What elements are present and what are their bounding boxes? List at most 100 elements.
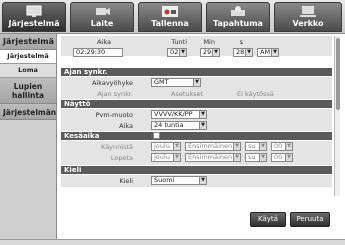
time-sync-label: Ajan synkr. xyxy=(97,90,133,98)
timezone-value: GMT xyxy=(154,78,169,86)
sidebar-header[interactable]: Järjestelmä xyxy=(0,34,56,50)
chevron-down-icon: ▼ xyxy=(285,143,292,150)
dst-start-day[interactable]: su ▼ xyxy=(245,142,267,151)
sidebar-item-permissions[interactable]: Lupien hallinta xyxy=(0,78,56,104)
dst-end-day[interactable]: su ▼ xyxy=(245,153,267,162)
week-value: Ensimmäinen xyxy=(188,142,233,150)
tab-label: Tapahtuma xyxy=(213,19,263,28)
language-select[interactable]: Suomi ▼ xyxy=(151,176,207,185)
top-tab-bar: Järjestelmä Laite Tallenna Tapahtuma Ver… xyxy=(0,0,345,34)
section-time-sync: Ajan synkr. xyxy=(61,68,332,76)
sidebar-item-system-log[interactable]: Järjestelmän xyxy=(0,104,56,120)
monitor-icon xyxy=(26,5,42,17)
chevron-down-icon: ▼ xyxy=(259,143,266,150)
chevron-down-icon: ▼ xyxy=(199,177,206,184)
minute-value: 29 xyxy=(203,48,212,56)
chevron-down-icon: ▼ xyxy=(193,79,200,86)
timezone-select[interactable]: GMT ▼ xyxy=(151,78,201,87)
tab-device[interactable]: Laite xyxy=(70,2,134,32)
scrollbar-thumb[interactable] xyxy=(336,38,340,110)
second-select[interactable]: 28 ▼ xyxy=(233,48,253,57)
sidebar-item-system[interactable]: Järjestelmä xyxy=(0,50,56,64)
timezone-label: Aikavyöhyke xyxy=(91,79,133,87)
camera-icon xyxy=(96,8,110,15)
day-value: su xyxy=(248,153,256,161)
record-icon xyxy=(162,6,178,17)
chevron-down-icon: ▼ xyxy=(173,154,180,161)
sidebar: Järjestelmä Järjestelmä Loma Lupien hall… xyxy=(0,34,57,245)
dst-start-hour[interactable]: 00 ▼ xyxy=(271,142,293,151)
dst-title: Kesäaika xyxy=(64,132,100,140)
chevron-down-icon: ▼ xyxy=(233,143,240,150)
tab-label: Tallenna xyxy=(151,19,189,28)
alarm-icon xyxy=(231,6,245,16)
time-sync-rows: Aikavyöhyke GMT ▼ Ajan synkr. Asetukset E… xyxy=(61,77,332,99)
network-icon xyxy=(300,6,316,17)
chevron-down-icon: ▼ xyxy=(259,154,266,161)
chevron-down-icon: ▼ xyxy=(233,154,240,161)
chevron-down-icon: ▼ xyxy=(179,49,186,56)
minute-select[interactable]: 29 ▼ xyxy=(200,48,220,57)
tab-system[interactable]: Järjestelmä xyxy=(2,2,66,32)
hour-select[interactable]: 02 ▼ xyxy=(167,48,187,57)
scrollbar[interactable] xyxy=(334,36,340,196)
dst-rows: Käynnistä joulu ▼ Ensimmäinen ▼ su ▼ 00 ▼ Lo… xyxy=(61,141,332,165)
apply-button[interactable]: Käytä xyxy=(250,212,286,227)
ampm-value: AM xyxy=(260,48,271,56)
dst-end-label: Lopeta xyxy=(110,154,133,162)
tab-record[interactable]: Tallenna xyxy=(138,2,202,32)
time-format-value: 24 tuntia xyxy=(154,121,184,129)
date-format-select[interactable]: VVVV/KK/PP ▼ xyxy=(151,110,207,119)
section-language: Kieli xyxy=(61,166,332,174)
chevron-down-icon: ▼ xyxy=(173,143,180,150)
chevron-down-icon: ▼ xyxy=(199,122,206,129)
section-display: Näyttö xyxy=(61,100,332,108)
second-col-label: s xyxy=(239,38,243,46)
tab-label: Laite xyxy=(90,19,114,28)
language-label: Kieli xyxy=(119,177,133,185)
dst-checkbox[interactable] xyxy=(153,132,160,139)
tab-label: Verkko xyxy=(292,19,324,28)
dst-end-month[interactable]: joulu ▼ xyxy=(151,153,181,162)
month-value: joulu xyxy=(154,153,170,161)
dst-end-hour[interactable]: 00 ▼ xyxy=(271,153,293,162)
language-value: Suomi xyxy=(154,176,175,184)
hour-col-label: Tunti xyxy=(171,38,187,46)
chevron-down-icon: ▼ xyxy=(199,111,206,118)
time-format-select[interactable]: 24 tuntia ▼ xyxy=(151,121,207,130)
week-value: Ensimmäinen xyxy=(188,153,233,161)
tab-label: Järjestelmä xyxy=(8,19,60,28)
time-field[interactable]: 02:29:30 xyxy=(73,48,123,57)
ampm-select[interactable]: AM ▼ xyxy=(257,48,279,57)
sidebar-item-holiday[interactable]: Loma xyxy=(0,64,56,78)
hour-value: 02 xyxy=(170,48,179,56)
chevron-down-icon: ▼ xyxy=(271,49,278,56)
cancel-button[interactable]: Peruuta xyxy=(290,212,330,227)
second-value: 28 xyxy=(236,48,245,56)
language-row: Kieli Suomi ▼ xyxy=(61,175,332,187)
time-col-label: Aika xyxy=(97,38,111,46)
tab-network[interactable]: Verkko xyxy=(274,2,342,32)
chevron-down-icon: ▼ xyxy=(245,49,252,56)
date-format-label: Pvm-muoto xyxy=(95,111,133,119)
day-value: su xyxy=(248,142,256,150)
sync-status: Ei käytössä xyxy=(237,90,274,98)
dst-start-week[interactable]: Ensimmäinen ▼ xyxy=(185,142,241,151)
sync-settings-link[interactable]: Asetukset xyxy=(171,90,203,98)
dst-start-month[interactable]: joulu ▼ xyxy=(151,142,181,151)
chevron-down-icon: ▼ xyxy=(212,49,219,56)
settings-panel: Aika Tunti Min s 02:29:30 02 ▼ 29 ▼ 28 ▼ AM… xyxy=(61,36,332,234)
month-value: joulu xyxy=(154,142,170,150)
section-dst: Kesäaika xyxy=(61,132,332,140)
display-rows: Pvm-muoto VVVV/KK/PP ▼ Aika 24 tuntia ▼ xyxy=(61,109,332,131)
date-format-value: VVVV/KK/PP xyxy=(154,110,193,118)
dst-end-week[interactable]: Ensimmäinen ▼ xyxy=(185,153,241,162)
tab-event[interactable]: Tapahtuma xyxy=(206,2,270,32)
time-format-label: Aika xyxy=(119,122,133,130)
hour-value: 00 xyxy=(274,153,283,161)
chevron-down-icon: ▼ xyxy=(285,154,292,161)
minute-col-label: Min xyxy=(203,38,215,46)
dst-start-label: Käynnistä xyxy=(101,143,133,151)
bottom-border xyxy=(0,239,345,245)
hour-value: 00 xyxy=(274,142,283,150)
